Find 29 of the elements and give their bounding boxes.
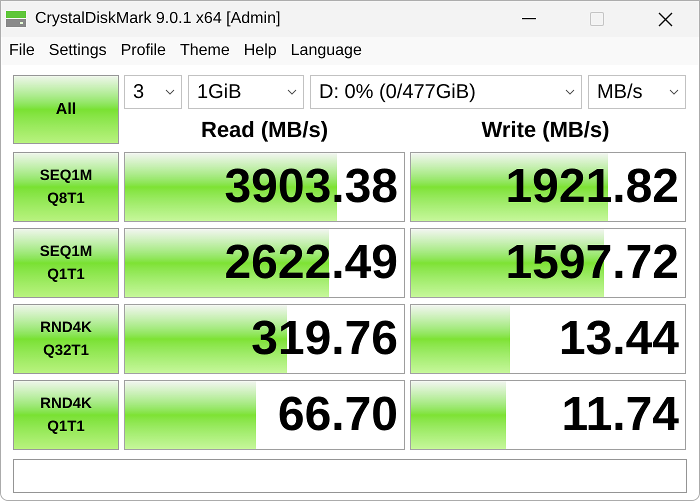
test-button[interactable]: RND4K Q1T1 xyxy=(13,380,119,450)
menu-item[interactable]: Help xyxy=(240,39,281,63)
menu-item[interactable]: Settings xyxy=(44,39,111,63)
test-button[interactable]: RND4K Q32T1 xyxy=(13,304,119,374)
result-value: 11.74 xyxy=(562,391,679,439)
chevron-icon xyxy=(287,89,297,95)
drive-icon xyxy=(5,9,27,29)
maximize-icon xyxy=(590,12,604,26)
dropdown[interactable]: 3 xyxy=(124,75,182,109)
menu-item[interactable]: Language xyxy=(286,39,366,63)
column-header: Read (MB/s) xyxy=(200,116,330,144)
test-button[interactable]: SEQ1M Q8T1 xyxy=(13,152,119,222)
all-button[interactable]: All xyxy=(13,75,119,144)
result-value: 66.70 xyxy=(278,391,398,439)
window-title: CrystalDiskMark 9.0.1 x64 [Admin] xyxy=(35,9,280,29)
chevron-icon xyxy=(669,89,679,95)
column-header: Write (MB/s) xyxy=(480,116,610,144)
dropdown[interactable]: 1GiB xyxy=(188,75,304,109)
dropdown[interactable]: MB/s xyxy=(588,75,686,109)
result-value: 13.44 xyxy=(558,315,679,363)
menu-item[interactable]: Theme xyxy=(176,39,234,63)
close-icon xyxy=(658,12,672,26)
test-button[interactable]: SEQ1M Q1T1 xyxy=(13,228,119,298)
dropdown[interactable]: D: 0% (0/477GiB) xyxy=(310,75,582,109)
minimize-icon xyxy=(522,18,536,20)
chevron-icon xyxy=(565,89,575,95)
menu-item[interactable]: Profile xyxy=(116,39,170,63)
menu-item[interactable]: File xyxy=(5,39,39,63)
chevron-icon xyxy=(165,89,175,95)
